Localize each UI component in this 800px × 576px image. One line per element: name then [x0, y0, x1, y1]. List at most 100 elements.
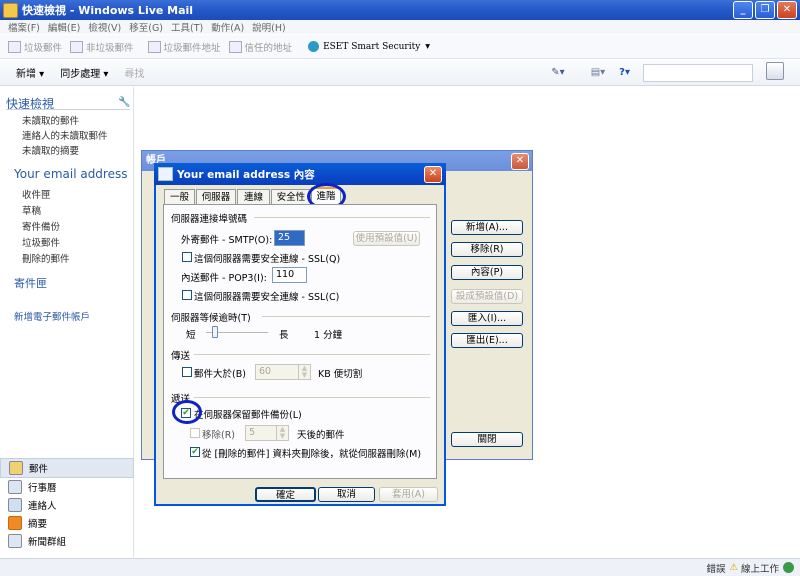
ok-button[interactable]: 確定	[255, 487, 316, 502]
remove-after-checkbox[interactable]	[190, 428, 200, 438]
smtp-port-field[interactable]: 25	[274, 230, 305, 246]
minimize-button[interactable]: _	[733, 1, 753, 19]
sign-in-icon[interactable]	[766, 62, 784, 80]
eset-icon	[308, 41, 320, 52]
outbox-title[interactable]: 寄件匣	[14, 275, 47, 291]
junk-address-icon	[147, 40, 161, 53]
checkbox-highlight-circle	[172, 400, 202, 424]
remove-after-label: 移除(R)	[202, 430, 236, 441]
properties-dialog-title: Your email address 內容	[177, 168, 315, 181]
accounts-close-button[interactable]: 關閉	[451, 432, 523, 447]
split-size-spinner[interactable]: ▲ ▼	[298, 365, 310, 379]
tab-general[interactable]: 一般	[164, 189, 195, 204]
nav-item-sent[interactable]: 寄件備份	[22, 219, 60, 233]
module-calendar[interactable]: 行事曆	[0, 478, 134, 496]
account-icon	[158, 167, 173, 181]
nav-item-unread-feeds[interactable]: 未讀取的摘要	[22, 143, 79, 157]
status-bar: 錯誤 ⚠ 線上工作	[0, 558, 800, 576]
smtp-ssl-label: 這個伺服器需要安全連線 - SSL(Q)	[194, 254, 341, 265]
menu-file[interactable]: 檔案(F)	[8, 20, 40, 34]
pop3-port-label: 內送郵件 - POP3(I):	[181, 273, 267, 284]
online-globe-icon	[783, 562, 794, 573]
calendar-icon	[8, 480, 22, 494]
sync-button[interactable]: 同步處理 ▾	[60, 65, 108, 80]
menu-edit[interactable]: 編輯(E)	[48, 20, 80, 34]
nav-item-junk[interactable]: 垃圾郵件	[22, 235, 60, 249]
nav-item-unread[interactable]: 未讀取的郵件	[22, 113, 79, 127]
newsgroups-icon	[8, 534, 22, 548]
accounts-import-button[interactable]: 匯入(I)...	[451, 311, 523, 326]
tab-connection[interactable]: 連線	[237, 189, 270, 204]
accounts-remove-button[interactable]: 移除(R)	[451, 242, 523, 257]
timeout-group-divider	[262, 316, 430, 317]
apply-button[interactable]: 套用(A)	[379, 487, 438, 502]
split-label: 郵件大於(B)	[194, 369, 246, 380]
tab-security[interactable]: 安全性	[271, 189, 311, 204]
junk-button[interactable]: 垃圾郵件	[8, 40, 62, 54]
accounts-close-icon[interactable]: ✕	[511, 153, 529, 170]
pen-icon[interactable]: ✎▾	[551, 67, 564, 78]
remove-deleted-label: 從 [刪除的郵件] 資料夾刪除後，就從伺服器刪除(M)	[202, 449, 422, 460]
pop3-ssl-label: 這個伺服器需要安全連線 - SSL(C)	[194, 292, 340, 303]
eset-button[interactable]: ESET Smart Security ▾	[308, 41, 430, 52]
new-button[interactable]: 新增 ▾	[16, 65, 44, 80]
add-account-link[interactable]: 新增電子郵件帳戶	[14, 309, 90, 323]
leave-copy-label: 在伺服器保留郵件備份(L)	[194, 410, 302, 421]
pop3-ssl-checkbox[interactable]	[182, 290, 192, 300]
pop3-port-field[interactable]: 110	[272, 267, 307, 283]
accounts-properties-button[interactable]: 內容(P)	[451, 265, 523, 280]
ports-group-divider	[254, 217, 430, 218]
layout-icon[interactable]: ▤▾	[591, 67, 605, 78]
delivery-group-divider	[194, 397, 430, 398]
junk-address-button[interactable]: 垃圾郵件地址	[147, 40, 221, 54]
module-feeds[interactable]: 摘要	[0, 514, 134, 532]
search-input[interactable]	[643, 64, 753, 82]
help-icon[interactable]: ?▾	[619, 67, 630, 78]
close-button[interactable]: ✕	[777, 1, 797, 19]
nav-item-deleted[interactable]: 刪除的郵件	[22, 251, 70, 265]
menu-actions[interactable]: 動作(A)	[211, 20, 244, 34]
remove-deleted-checkbox[interactable]: ✔	[190, 447, 200, 457]
trusted-address-button[interactable]: 信任的地址	[228, 40, 292, 54]
menu-tools[interactable]: 工具(T)	[171, 20, 203, 34]
split-checkbox[interactable]	[182, 367, 192, 377]
module-newsgroups[interactable]: 新聞群組	[0, 532, 134, 550]
nav-item-unread-contacts[interactable]: 連絡人的未讀取郵件	[22, 128, 108, 142]
module-mail[interactable]: 郵件	[0, 458, 134, 478]
use-defaults-button[interactable]: 使用預設值(U)	[353, 231, 420, 246]
tab-servers[interactable]: 伺服器	[196, 189, 236, 204]
accounts-add-button[interactable]: 新增(A)...	[451, 220, 523, 235]
main-title-bar: 快速檢視 - Windows Live Mail _ ❐ ✕	[0, 0, 800, 20]
timeout-group-label: 伺服器等候逾時(T)	[171, 313, 251, 324]
timeout-value: 1 分鐘	[314, 330, 343, 341]
find-button[interactable]: 尋找	[124, 65, 144, 80]
remove-days-suffix: 天後的郵件	[297, 430, 345, 441]
smtp-port-label: 外寄郵件 - SMTP(O):	[181, 235, 273, 246]
cancel-button[interactable]: 取消	[318, 487, 375, 502]
split-suffix: KB 便切割	[318, 369, 363, 380]
accounts-set-default-button[interactable]: 設成預設值(D)	[451, 289, 523, 304]
trusted-address-icon	[228, 40, 242, 53]
junk-icon	[8, 40, 21, 53]
maximize-button[interactable]: ❐	[755, 1, 775, 19]
smtp-ssl-checkbox[interactable]	[182, 252, 192, 262]
menu-go[interactable]: 移至(G)	[129, 20, 163, 34]
not-junk-button[interactable]: 非垃圾郵件	[70, 40, 134, 54]
status-online[interactable]: 線上工作	[741, 561, 779, 575]
status-error[interactable]: 錯誤	[706, 561, 725, 575]
nav-item-drafts[interactable]: 草稿	[22, 203, 41, 217]
wrench-icon[interactable]: 🔧	[118, 97, 130, 108]
properties-close-icon[interactable]: ✕	[424, 166, 442, 183]
accounts-export-button[interactable]: 匯出(E)...	[451, 333, 523, 348]
remove-days-spinner[interactable]: ▲ ▼	[276, 426, 288, 440]
menu-help[interactable]: 說明(H)	[252, 20, 286, 34]
nav-item-inbox[interactable]: 收件匣	[22, 187, 51, 201]
module-contacts[interactable]: 連絡人	[0, 496, 134, 514]
account-title[interactable]: Your email address	[14, 167, 127, 181]
mail-icon	[9, 461, 23, 475]
contacts-icon	[8, 498, 22, 512]
timeout-slider-thumb[interactable]	[211, 326, 218, 338]
quick-views-divider	[6, 109, 130, 110]
menu-view[interactable]: 檢視(V)	[88, 20, 121, 34]
feeds-icon	[8, 516, 22, 530]
